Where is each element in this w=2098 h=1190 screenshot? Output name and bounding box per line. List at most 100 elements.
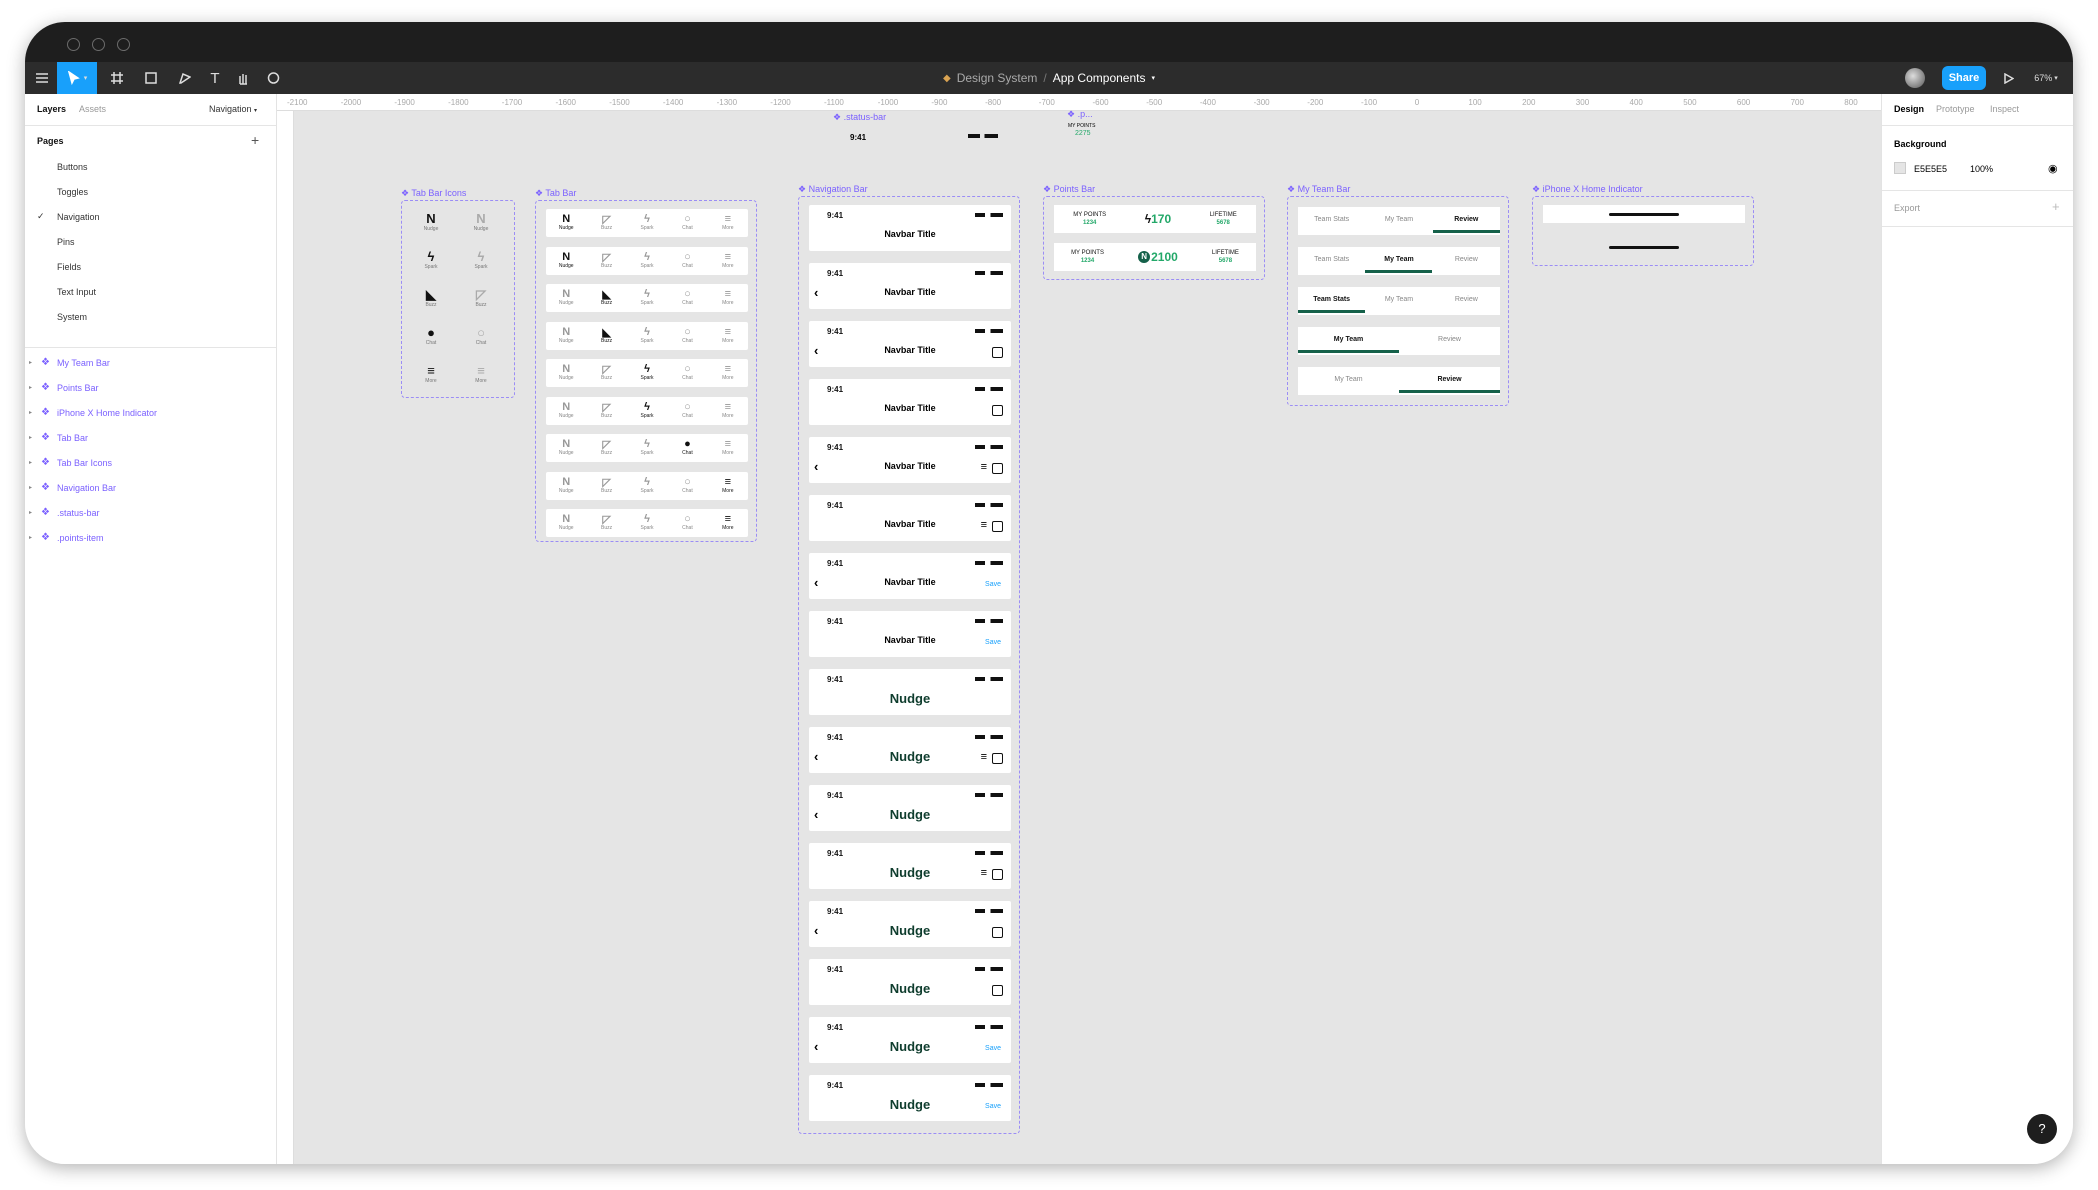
points-item-frame-label[interactable]: ❖ .p... [1067, 109, 1093, 120]
tab-item[interactable]: N Nudge [546, 434, 586, 462]
layer-item[interactable]: ▸ ❖ .points-item [25, 525, 277, 550]
tab-item[interactable]: ≡ More [708, 359, 748, 387]
save-button[interactable]: Save [985, 581, 1001, 588]
team-tab[interactable]: Team Stats [1298, 207, 1365, 235]
tab-item[interactable]: ○ Chat [667, 509, 707, 537]
tab-item[interactable]: ○ Chat [667, 284, 707, 312]
add-page-icon[interactable]: + [251, 132, 259, 148]
tab-item[interactable]: ϟ Spark [627, 509, 667, 537]
save-button[interactable]: Save [985, 1045, 1001, 1052]
save-button[interactable]: Save [985, 639, 1001, 646]
tab-item[interactable]: ○ Chat [667, 397, 707, 425]
back-chevron-icon[interactable]: ‹ [814, 575, 818, 590]
tab-item[interactable]: ◸ Buzz [586, 209, 626, 237]
page-name[interactable]: App Components [1053, 71, 1146, 85]
tab-item[interactable]: ϟ Spark [627, 247, 667, 275]
back-chevron-icon[interactable]: ‹ [814, 459, 818, 474]
team-tab[interactable]: Review [1399, 327, 1500, 355]
edit-icon[interactable] [992, 463, 1003, 474]
canvas[interactable]: -2100 -2000 -1900 -1800 -1700 -1600 -1500 -1400… [277, 94, 1881, 1164]
edit-icon[interactable] [992, 521, 1003, 532]
points-bar-frame[interactable]: MY POINTS 1234 ϟ170 LIFETIME 5678 MY POINT… [1043, 196, 1265, 280]
edit-icon[interactable] [992, 985, 1003, 996]
tab-item[interactable]: ≡ More [708, 322, 748, 350]
edit-icon[interactable] [992, 753, 1003, 764]
menu-icon[interactable]: ≡ [981, 461, 987, 473]
layer-item[interactable]: ▸ ❖ Points Bar [25, 375, 277, 400]
tab-item[interactable]: ● Chat [667, 434, 707, 462]
layer-item[interactable]: ▸ ❖ Tab Bar Icons [25, 450, 277, 475]
layer-item[interactable]: ▸ ❖ iPhone X Home Indicator [25, 400, 277, 425]
tab-item[interactable]: ≡ More [708, 509, 748, 537]
tab-item[interactable]: ϟ Spark [627, 359, 667, 387]
expand-arrow-icon[interactable]: ▸ [29, 409, 41, 416]
tab-bar-icons-label[interactable]: ❖ Tab Bar Icons [401, 188, 466, 199]
expand-arrow-icon[interactable]: ▸ [29, 384, 41, 391]
back-chevron-icon[interactable]: ‹ [814, 285, 818, 300]
edit-icon[interactable] [992, 347, 1003, 358]
tab-item[interactable]: ◸ Buzz [586, 509, 626, 537]
menu-icon[interactable]: ≡ [981, 867, 987, 879]
tab-item[interactable]: N Nudge [546, 322, 586, 350]
page-item[interactable]: Toggles [25, 179, 277, 204]
page-dropdown[interactable]: Navigation ▾ [209, 104, 257, 114]
layer-item[interactable]: ▸ ❖ .status-bar [25, 500, 277, 525]
tab-item[interactable]: N Nudge [546, 284, 586, 312]
tab-item[interactable]: N Nudge [546, 509, 586, 537]
tab-item[interactable]: ○ Chat [667, 472, 707, 500]
add-export-icon[interactable]: + [2052, 199, 2060, 214]
play-icon[interactable] [2000, 62, 2018, 94]
back-chevron-icon[interactable]: ‹ [814, 343, 818, 358]
chevron-down-icon[interactable]: ▾ [1151, 74, 1155, 82]
layer-item[interactable]: ▸ ❖ Navigation Bar [25, 475, 277, 500]
background-opacity[interactable]: 100% [1970, 164, 1993, 174]
team-tab[interactable]: Review [1433, 287, 1500, 315]
expand-arrow-icon[interactable]: ▸ [29, 509, 41, 516]
tab-item[interactable]: ϟ Spark [627, 434, 667, 462]
tab-item[interactable]: ◣ Buzz [586, 322, 626, 350]
tab-item[interactable]: ≡ More [708, 284, 748, 312]
expand-arrow-icon[interactable]: ▸ [29, 459, 41, 466]
back-chevron-icon[interactable]: ‹ [814, 749, 818, 764]
background-hex[interactable]: E5E5E5 [1914, 164, 1947, 174]
tab-item[interactable]: ϟ Spark [627, 472, 667, 500]
expand-arrow-icon[interactable]: ▸ [29, 534, 41, 541]
page-item[interactable]: ✓ Navigation [25, 204, 277, 229]
expand-arrow-icon[interactable]: ▸ [29, 359, 41, 366]
tab-item[interactable]: ○ Chat [667, 322, 707, 350]
edit-icon[interactable] [992, 927, 1003, 938]
tab-item[interactable]: ◣ Buzz [586, 284, 626, 312]
tab-item[interactable]: N Nudge [546, 472, 586, 500]
layer-item[interactable]: ▸ ❖ Tab Bar [25, 425, 277, 450]
my-team-bar-label[interactable]: ❖ My Team Bar [1287, 184, 1350, 195]
close-window-icon[interactable] [67, 38, 80, 51]
team-tab[interactable]: Review [1433, 247, 1500, 275]
expand-arrow-icon[interactable]: ▸ [29, 434, 41, 441]
navigation-bar-frame[interactable]: 9:41 Navbar Title 9:41 Navbar Title ‹ 9:41 Nav… [798, 196, 1020, 1134]
page-item[interactable]: Text Input [25, 279, 277, 304]
tab-item[interactable]: ≡ More [708, 434, 748, 462]
tab-item[interactable]: ϟ Spark [627, 322, 667, 350]
share-button[interactable]: Share [1942, 66, 1986, 90]
tab-layers[interactable]: Layers [37, 104, 66, 114]
tab-item[interactable]: ≡ More [708, 209, 748, 237]
avatar[interactable] [1905, 68, 1925, 88]
navigation-bar-label[interactable]: ❖ Navigation Bar [798, 184, 868, 195]
tab-assets[interactable]: Assets [79, 104, 106, 114]
tab-inspect[interactable]: Inspect [1990, 104, 2019, 114]
edit-icon[interactable] [992, 869, 1003, 880]
background-swatch[interactable] [1894, 162, 1906, 174]
tab-item[interactable]: ○ Chat [667, 247, 707, 275]
minimize-window-icon[interactable] [92, 38, 105, 51]
home-indicator-label[interactable]: ❖ iPhone X Home Indicator [1532, 184, 1643, 195]
page-item[interactable]: Fields [25, 254, 277, 279]
team-tab[interactable]: Team Stats [1298, 247, 1365, 275]
tab-item[interactable]: N Nudge [546, 397, 586, 425]
menu-icon[interactable]: ≡ [981, 751, 987, 763]
menu-icon[interactable]: ≡ [981, 519, 987, 531]
my-team-bar-frame[interactable]: Team Stats My Team Review Team Stats My Team… [1287, 196, 1509, 406]
tab-item[interactable]: N Nudge [546, 209, 586, 237]
save-button[interactable]: Save [985, 1103, 1001, 1110]
tab-bar-frame[interactable]: N Nudge ◸ Buzz ϟ Spark ○ Chat ≡ More N Nudge ◸ Buzz ϟ S… [535, 200, 757, 542]
tab-design[interactable]: Design [1894, 104, 1924, 114]
